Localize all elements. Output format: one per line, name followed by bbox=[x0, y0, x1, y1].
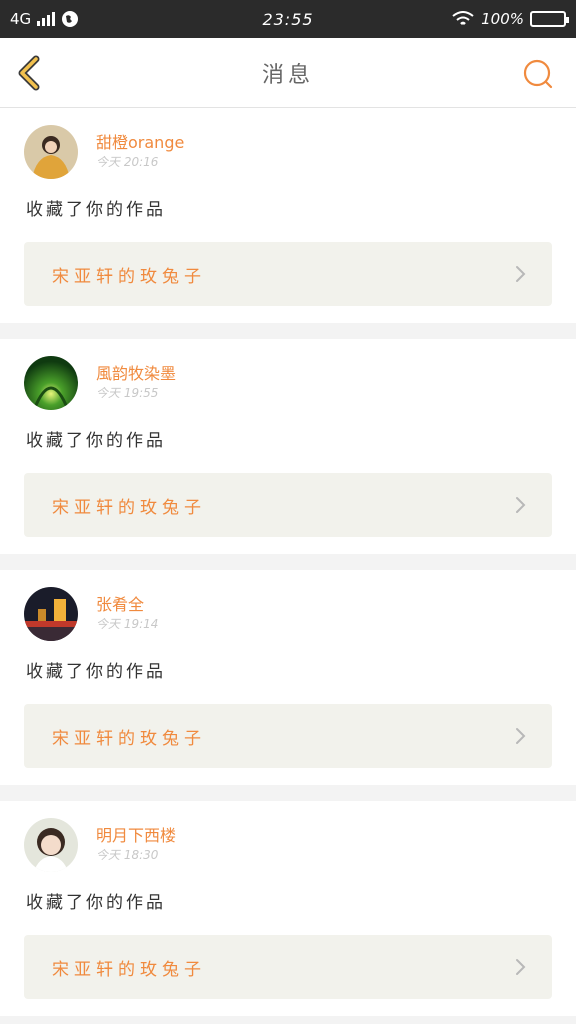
wifi-icon bbox=[452, 11, 474, 25]
status-bar: 4G 23:55 100% bbox=[0, 0, 576, 38]
battery-percent: 100% bbox=[481, 10, 524, 28]
timestamp: 今天 18:30 bbox=[96, 848, 159, 862]
action-text: 收藏了你的作品 bbox=[26, 893, 166, 913]
signal-icon bbox=[37, 12, 56, 26]
username[interactable]: 甜橙orange bbox=[96, 133, 184, 153]
notification-header: 甜橙orange 今天 20:16 bbox=[24, 124, 552, 180]
battery-icon bbox=[530, 11, 569, 27]
username[interactable]: 明月下西楼 bbox=[96, 826, 176, 846]
globe-icon bbox=[62, 11, 79, 27]
chevron-left-icon[interactable] bbox=[14, 55, 46, 91]
chevron-right-icon bbox=[516, 728, 526, 744]
avatar[interactable] bbox=[24, 818, 78, 872]
user-meta: 甜橙orange 今天 20:16 bbox=[96, 133, 184, 171]
notification-list: 甜橙orange 今天 20:16 收藏了你的作品 宋亚轩的玫兔子 風韵牧染墨 … bbox=[0, 108, 576, 1016]
user-meta: 明月下西楼 今天 18:30 bbox=[96, 826, 176, 864]
work-title: 宋亚轩的玫兔子 bbox=[52, 497, 206, 518]
chevron-right-icon bbox=[516, 497, 526, 513]
notification-card: 明月下西楼 今天 18:30 收藏了你的作品 宋亚轩的玫兔子 bbox=[0, 801, 576, 1016]
action-text: 收藏了你的作品 bbox=[26, 431, 166, 451]
chevron-right-icon bbox=[516, 266, 526, 282]
work-link[interactable]: 宋亚轩的玫兔子 bbox=[24, 935, 552, 999]
notification-header: 風韵牧染墨 今天 19:55 bbox=[24, 355, 552, 411]
notification-header: 明月下西楼 今天 18:30 bbox=[24, 817, 552, 873]
status-right: 100% bbox=[451, 10, 569, 28]
timestamp: 今天 19:14 bbox=[96, 617, 159, 631]
avatar[interactable] bbox=[24, 587, 78, 641]
work-link[interactable]: 宋亚轩的玫兔子 bbox=[24, 473, 552, 537]
status-left: 4G bbox=[10, 10, 79, 28]
notification-card: 風韵牧染墨 今天 19:55 收藏了你的作品 宋亚轩的玫兔子 bbox=[0, 339, 576, 554]
avatar[interactable] bbox=[24, 356, 78, 410]
chevron-right-icon bbox=[516, 959, 526, 975]
nav-bar: 消息 bbox=[0, 38, 576, 108]
user-meta: 张肴全 今天 19:14 bbox=[96, 595, 158, 633]
timestamp: 今天 20:16 bbox=[96, 155, 159, 169]
work-link[interactable]: 宋亚轩的玫兔子 bbox=[24, 242, 552, 306]
work-link[interactable]: 宋亚轩的玫兔子 bbox=[24, 704, 552, 768]
network-type: 4G bbox=[10, 10, 32, 28]
action-text: 收藏了你的作品 bbox=[26, 200, 166, 220]
notification-card: 甜橙orange 今天 20:16 收藏了你的作品 宋亚轩的玫兔子 bbox=[0, 108, 576, 323]
user-meta: 風韵牧染墨 今天 19:55 bbox=[96, 364, 176, 402]
work-title: 宋亚轩的玫兔子 bbox=[52, 728, 206, 749]
action-text: 收藏了你的作品 bbox=[26, 662, 166, 682]
notification-header: 张肴全 今天 19:14 bbox=[24, 586, 552, 642]
avatar[interactable] bbox=[24, 125, 78, 179]
username[interactable]: 张肴全 bbox=[96, 595, 158, 615]
timestamp: 今天 19:55 bbox=[96, 386, 159, 400]
notification-card: 张肴全 今天 19:14 收藏了你的作品 宋亚轩的玫兔子 bbox=[0, 570, 576, 785]
work-title: 宋亚轩的玫兔子 bbox=[52, 959, 206, 980]
page-title: 消息 bbox=[261, 62, 314, 88]
username[interactable]: 風韵牧染墨 bbox=[96, 364, 176, 384]
search-icon[interactable] bbox=[522, 58, 554, 90]
work-title: 宋亚轩的玫兔子 bbox=[52, 266, 206, 287]
